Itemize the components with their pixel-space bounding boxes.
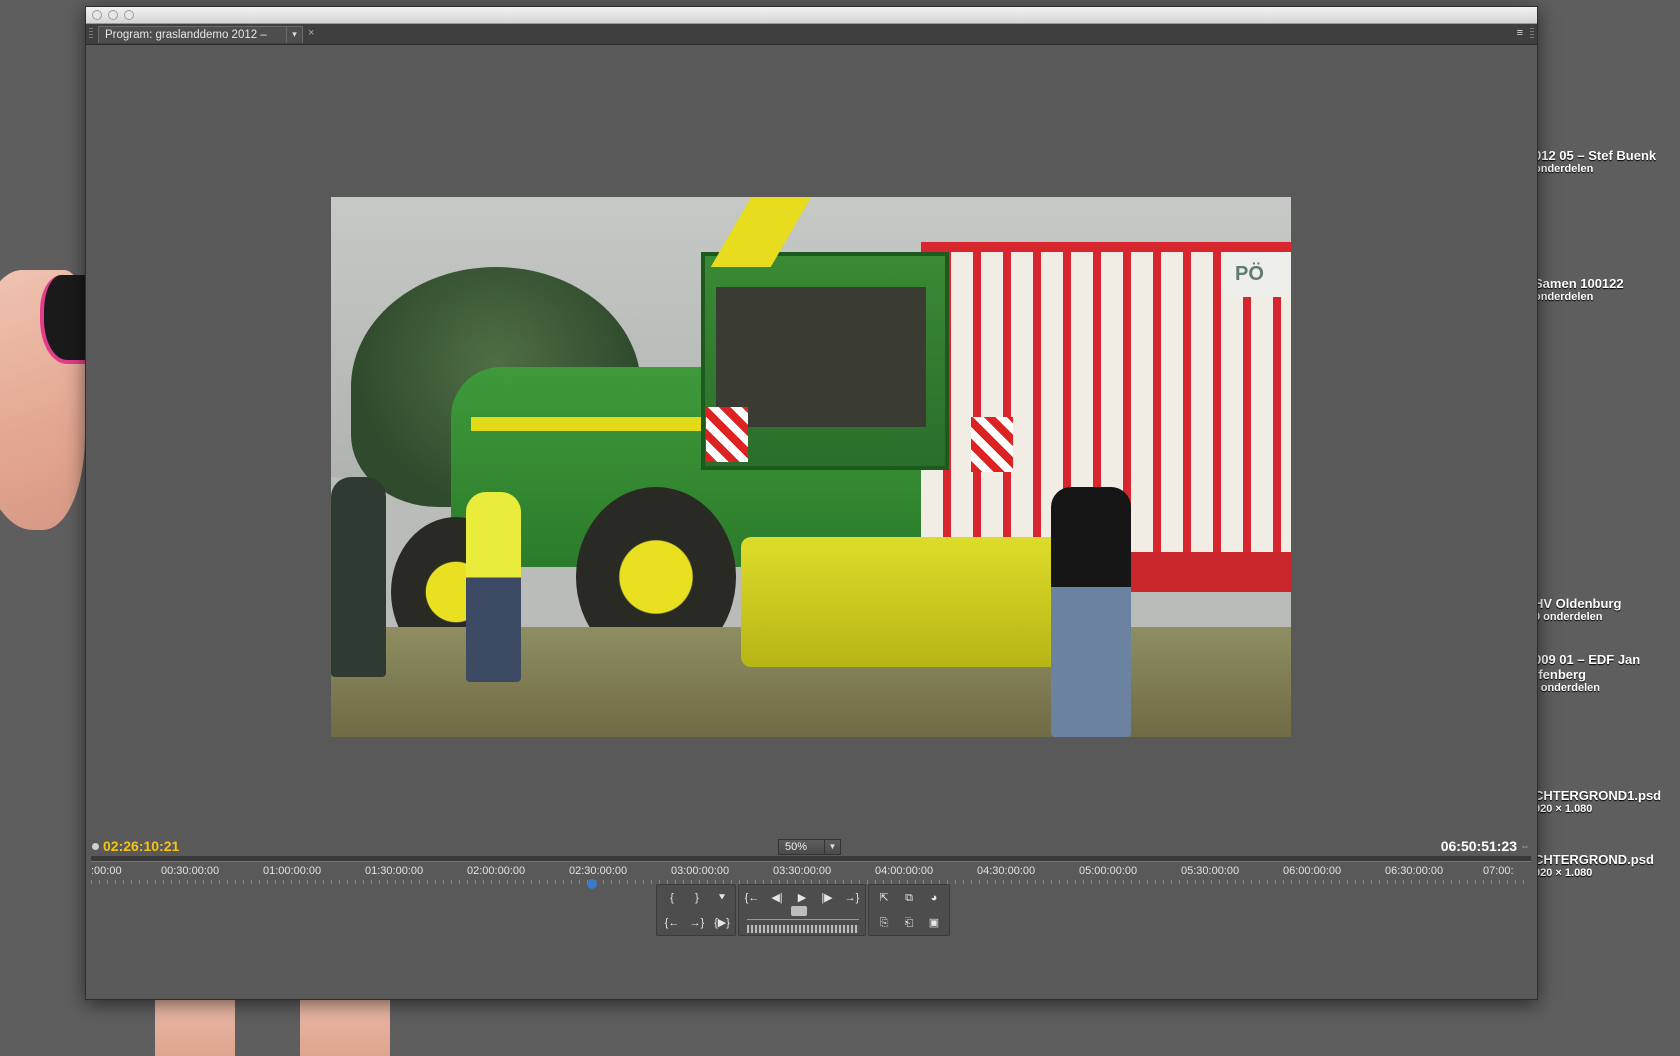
desktop-item-title: 012 05 – Stef Buenk [1534, 148, 1657, 163]
chevron-down-icon[interactable]: ▾ [286, 26, 302, 43]
ruler-label: 01:30:00:00 [365, 865, 424, 877]
extract-edit-button[interactable]: ⎗ [898, 913, 920, 933]
ruler-label: 00:30:00:00 [161, 865, 220, 877]
safe-margins-button[interactable]: ⧉ [898, 888, 920, 908]
duration-timecode: 06:50:51:23 [1440, 838, 1517, 854]
playhead-indicator-dot [92, 843, 99, 850]
jog-wheel[interactable] [747, 925, 859, 933]
video-person [331, 477, 386, 677]
video-person [1051, 487, 1131, 737]
play-in-to-out-button[interactable]: {▶} [711, 913, 733, 933]
close-window-button[interactable] [92, 10, 102, 20]
time-ruler[interactable]: :00:00 00:30:00:00 01:00:00:00 01:30:00:… [91, 856, 1531, 889]
desktop-item-title: Samen 100122 [1534, 276, 1624, 291]
desktop-item-subtitle: onderdelen [1534, 163, 1594, 175]
desktop-item-3[interactable]: HV Oldenburg 0 onderdelen [1534, 596, 1621, 623]
desktop-wallpaper-leg-right [300, 996, 390, 1056]
ruler-label: 04:30:00:00 [977, 865, 1036, 877]
expand-icon[interactable]: ⇔ [1520, 841, 1530, 852]
output-controls-group: ⇱ ⧉ ◕ ⎘ ⎗ ▣ [868, 884, 950, 936]
panel-grip-left[interactable] [89, 28, 93, 40]
program-monitor-window: Program: graslanddemo 2012 – ▾ × ≡ PÖ 02… [85, 6, 1538, 1000]
desktop-item-1[interactable]: 012 05 – Stef Buenk onderdelen [1534, 148, 1656, 175]
tab-program-monitor[interactable]: Program: graslanddemo 2012 – [98, 26, 303, 43]
desktop-item-6[interactable]: CHTERGROND.psd 920 × 1.080 [1534, 852, 1654, 879]
tab-label: Program: graslanddemo 2012 – [105, 29, 267, 41]
step-back-button[interactable]: ◀| [766, 888, 788, 908]
lift-edit-button[interactable]: ⎘ [873, 913, 895, 933]
mark-out-button[interactable]: } [686, 888, 708, 908]
ruler-label: 06:00:00:00 [1283, 865, 1342, 877]
playback-controls-group: {← ◀| ▶ |▶ →} [738, 884, 866, 936]
lift-button[interactable]: ⇱ [873, 888, 895, 908]
desktop-item-title: CHTERGROND1.psd [1534, 788, 1662, 803]
desktop-item-title: CHTERGROND.psd [1534, 852, 1654, 867]
minimize-window-button[interactable] [108, 10, 118, 20]
go-to-previous-edit-button[interactable]: {← [741, 888, 763, 908]
desktop-item-subtitle: 920 × 1.080 [1534, 867, 1593, 879]
desktop-item-title: 009 01 – EDF Jan [1534, 652, 1641, 667]
zoom-level-select[interactable]: 50% ▼ [778, 839, 841, 855]
desktop-item-title: HV Oldenburg [1534, 596, 1622, 611]
desktop-wallpaper-leg-left [155, 996, 235, 1056]
desktop-item-subtitle: onderdelen [1534, 291, 1594, 303]
chevron-down-icon: ▼ [824, 840, 840, 854]
ruler-label: :00:00 [91, 865, 122, 877]
desktop-item-5[interactable]: CHTERGROND1.psd 920 × 1.080 [1534, 788, 1661, 815]
zoom-window-button[interactable] [124, 10, 134, 20]
desktop-item-2[interactable]: Samen 100122 onderdelen [1534, 276, 1624, 303]
ruler-label: 06:30:00:00 [1385, 865, 1444, 877]
ruler-label: 03:00:00:00 [671, 865, 730, 877]
mark-in-button[interactable]: { [661, 888, 683, 908]
desktop-item-4[interactable]: 009 01 – EDF Jan ffenberg : onderdelen [1534, 652, 1640, 694]
ruler-label: 01:00:00:00 [263, 865, 322, 877]
ruler-label: 02:30:00:00 [569, 865, 628, 877]
video-person [466, 492, 521, 682]
video-cab-glass [716, 287, 926, 427]
panel-grip-right[interactable] [1530, 28, 1534, 40]
output-settings-icon[interactable]: ◕ [923, 888, 945, 908]
ruler-label: 07:00: [1483, 865, 1514, 877]
video-header [741, 537, 1071, 667]
ruler-label: 05:30:00:00 [1181, 865, 1240, 877]
current-timecode[interactable]: 02:26:10:21 [103, 838, 179, 854]
go-to-next-edit-button[interactable]: →} [841, 888, 863, 908]
ruler-label: 03:30:00:00 [773, 865, 832, 877]
go-to-out-button[interactable]: →} [686, 913, 708, 933]
panel-menu-icon[interactable]: ≡ [1517, 27, 1523, 39]
play-button[interactable]: ▶ [791, 888, 813, 908]
step-forward-button[interactable]: |▶ [816, 888, 838, 908]
desktop-item-title-line2: ffenberg [1534, 667, 1586, 682]
video-preview[interactable]: PÖ [331, 197, 1291, 737]
desktop-item-subtitle: : onderdelen [1534, 682, 1601, 694]
desktop-item-subtitle: 920 × 1.080 [1534, 803, 1593, 815]
export-frame-camera-icon[interactable]: ▣ [923, 913, 945, 933]
shuttle-knob[interactable] [791, 906, 807, 916]
video-warning-sign [706, 407, 748, 462]
ruler-label: 04:00:00:00 [875, 865, 934, 877]
close-icon[interactable]: × [308, 27, 314, 39]
zoom-level-value: 50% [785, 841, 808, 853]
trailer-logo: PÖ [1221, 252, 1291, 297]
ruler-label: 05:00:00:00 [1079, 865, 1138, 877]
window-titlebar[interactable] [86, 7, 1537, 24]
video-warning-sign [971, 417, 1013, 472]
playhead-marker[interactable] [587, 879, 597, 889]
panel-header: Program: graslanddemo 2012 – ▾ × ≡ [86, 24, 1537, 45]
go-to-in-button[interactable]: {← [661, 913, 683, 933]
zoom-scroll-bar[interactable] [91, 856, 1531, 862]
add-marker-button[interactable]: ⯆ [711, 888, 733, 908]
transport-controls: { } ⯆ {← →} {▶} {← ◀| ▶ |▶ →} ⇱ ⧉ ◕ ⎘ ⎗ … [656, 884, 964, 936]
ruler-label: 02:00:00:00 [467, 865, 526, 877]
marker-controls-group: { } ⯆ {← →} {▶} [656, 884, 736, 936]
desktop-item-subtitle: 0 onderdelen [1534, 611, 1603, 623]
